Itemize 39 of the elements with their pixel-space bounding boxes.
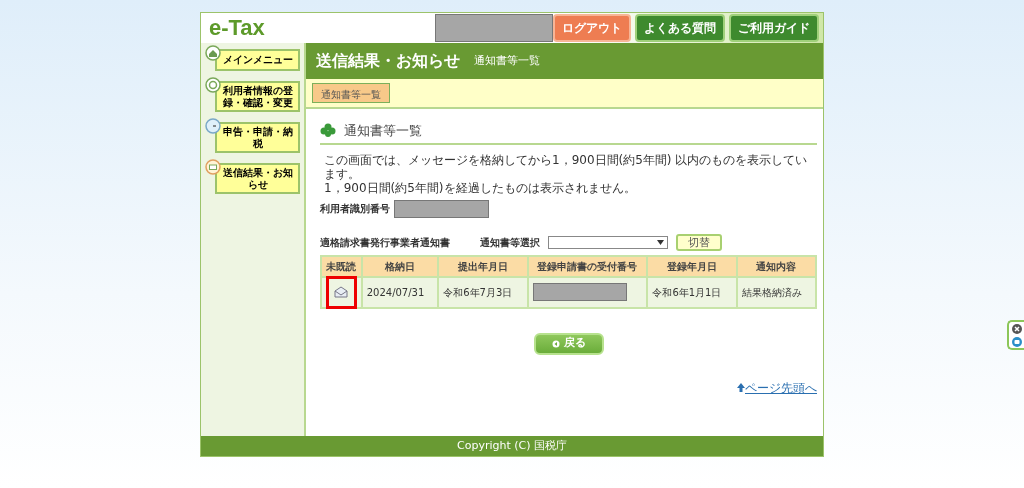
column-header: 通知内容 [736, 255, 816, 277]
chat-icon[interactable] [1011, 336, 1022, 347]
caret-icon [657, 239, 664, 245]
home-icon [205, 45, 221, 61]
section-title: 通知書等一覧 [344, 122, 422, 140]
notice-text: この画面では、メッセージを格納してから1，900日間(約5年間) 以内のものを表示しています。 [323, 152, 809, 182]
table-cell: 2024/07/31 [361, 276, 439, 308]
sidebar-item[interactable]: メインメニュー [215, 49, 300, 71]
notice-type-label: 適格請求書発行事業者通知書 [320, 235, 451, 250]
sidebar-item[interactable]: 送信結果・お知らせ [215, 163, 300, 194]
footer-text: Copyright (C) 国税庁 [201, 436, 823, 456]
table-cell: 令和6年1月1日 [647, 276, 737, 308]
field-label: 利用者識別番号 [320, 202, 390, 217]
column-header: 未既読 [321, 255, 362, 277]
envelope-icon [205, 159, 221, 175]
sidebar-item[interactable]: 利用者情報の登録・確認・変更 [215, 81, 300, 112]
page-title: 送信結果・お知らせ [316, 50, 460, 72]
back-icon [551, 339, 560, 348]
notice-text: 1，900日間(約5年間)を経過したものは表示されません。 [323, 181, 637, 196]
close-icon[interactable] [1011, 323, 1022, 334]
select-label: 通知書等選択 [480, 235, 540, 250]
switch-button[interactable]: 切替 [676, 233, 722, 251]
page-top-link[interactable]: ページ先頭へ [745, 378, 817, 397]
column-header: 登録申請書の受付番号 [527, 255, 648, 277]
page-subtitle: 通知書等一覧 [474, 52, 540, 69]
arrow-up-icon [737, 383, 745, 393]
column-header: 提出年月日 [438, 255, 528, 277]
notice-select[interactable] [548, 235, 668, 249]
column-header: 格納日 [361, 255, 439, 277]
open-envelope-icon[interactable] [334, 286, 349, 299]
column-header: 登録年月日 [647, 255, 737, 277]
logo: e-Tax [209, 15, 265, 41]
nav-button[interactable]: よくある質問 [635, 14, 725, 42]
sidebar-item[interactable]: 申告・申請・納税 [215, 122, 300, 153]
tab[interactable]: 通知書等一覧 [312, 83, 390, 103]
table-cell: 結果格納済み [736, 276, 816, 308]
nav-button[interactable]: ご利用ガイド [729, 14, 819, 42]
clover-icon [320, 122, 336, 139]
table-cell: 令和6年7月3日 [438, 276, 528, 308]
